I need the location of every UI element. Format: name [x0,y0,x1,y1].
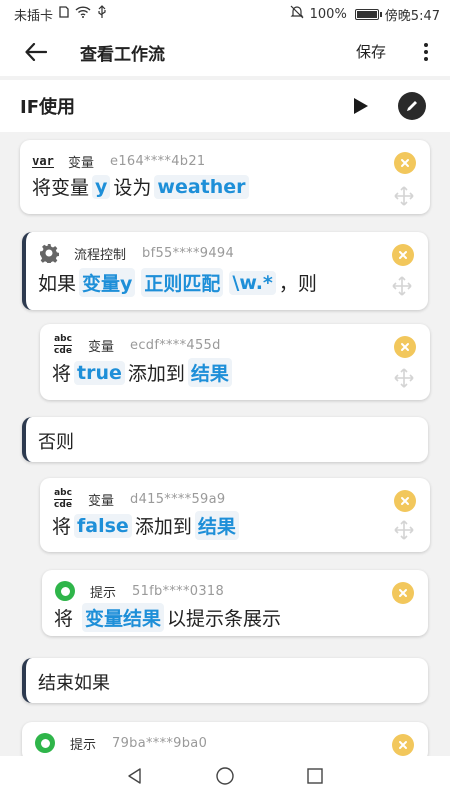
card-statement: 将变量 y 设为 weather [32,173,252,200]
page-title: 查看工作流 [80,44,165,65]
statement-text: 如果 [38,273,77,295]
status-time: 傍晚5:47 [384,8,440,24]
close-icon[interactable] [394,152,416,174]
statement-text: 将 [54,608,74,630]
card-category: 流程控制 [74,247,127,263]
sim-icon [59,6,69,22]
close-icon[interactable] [392,582,414,604]
card-id: 79ba****9ba0 [112,735,208,751]
action-card-set-variable[interactable]: var 变量 e164****4b21 将变量 y 设为 weather [20,140,430,214]
value-chip[interactable]: false [74,513,132,538]
variable-chip[interactable]: 结果 [194,511,239,540]
card-category: 提示 [90,585,117,601]
pencil-icon[interactable] [398,92,426,120]
mute-bell-icon [290,5,304,23]
text-abc-icon: abc cde [54,487,72,510]
drag-handle-icon[interactable] [392,366,416,390]
card-statement: 将 true 添加到 结果 [52,358,235,387]
action-card-append-false[interactable]: abc cde 变量 d415****59a9 将 false 添加到 结果 [40,478,430,552]
drag-handle-icon[interactable] [392,184,416,208]
value-chip[interactable]: weather [154,174,249,199]
card-statement: 将 false 添加到 结果 [52,511,242,540]
carrier-text: 未插卡 [14,8,54,24]
statement-text: ，则 [278,273,317,295]
close-icon[interactable] [392,244,414,266]
back-arrow-icon[interactable] [12,28,60,76]
card-id: 51fb****0318 [132,583,225,599]
drag-handle-icon[interactable] [392,518,416,542]
card-category: 提示 [70,737,97,753]
usb-icon [97,5,107,23]
close-icon[interactable] [392,734,414,756]
play-icon[interactable] [354,98,368,114]
gear-icon [38,242,60,264]
statement-text: 以提示条展示 [167,608,282,630]
card-statement: 将 变量结果 以提示条展示 [54,603,281,632]
statement-text: 添加到 [127,363,185,385]
more-vert-icon[interactable] [418,40,434,64]
card-statement: 如果 变量y 正则匹配 \w.* ，则 [38,268,317,297]
drag-handle-icon[interactable] [390,274,414,298]
wifi-icon [75,6,91,22]
card-id: e164****4b21 [110,153,206,169]
block-else[interactable]: 否则 [22,417,428,462]
condition-chip[interactable]: 正则匹配 [141,268,224,297]
action-card-if[interactable]: 流程控制 bf55****9494 如果 变量y 正则匹配 \w.* ，则 [22,232,428,310]
statement-text: 将 [52,516,72,538]
nav-home-icon[interactable] [215,766,235,790]
card-category: 变量 [88,493,115,509]
variable-icon: var [32,153,54,168]
battery-icon [354,8,382,20]
card-category: 变量 [68,155,95,171]
card-id: ecdf****455d [130,337,221,353]
nav-back-icon[interactable] [126,767,144,789]
action-card-toast[interactable]: 提示 51fb****0318 将 变量结果 以提示条展示 [42,570,428,636]
statement-text: 将变量 [32,177,90,199]
save-button[interactable]: 保存 [356,41,386,62]
lightbulb-icon [34,732,56,754]
close-icon[interactable] [394,490,416,512]
card-id: d415****59a9 [130,491,226,507]
statement-text: 将 [52,363,72,385]
battery-percent: 100% [309,6,347,22]
workflow-name: IF使用 [20,97,75,118]
lightbulb-icon [54,580,76,602]
close-icon[interactable] [394,336,416,358]
app-bar: 查看工作流 保存 [0,28,450,76]
variable-chip[interactable]: 变量y [79,268,136,297]
block-end-if[interactable]: 结束如果 [22,658,428,703]
variable-chip[interactable]: y [92,174,111,199]
action-card-append-true[interactable]: abc cde 变量 ecdf****455d 将 true 添加到 结果 [40,324,430,400]
pattern-chip[interactable]: \w.* [229,270,276,295]
statement-text: 设为 [113,177,152,199]
system-nav-bar [0,756,450,800]
nav-recents-icon[interactable] [306,767,324,789]
card-category: 变量 [88,339,115,355]
statement-text: 添加到 [134,516,192,538]
value-chip[interactable]: true [74,360,125,385]
status-bar: 未插卡 100% 傍晚5:47 [0,0,450,28]
battery-level-fill [356,10,377,18]
card-id: bf55****9494 [142,245,235,261]
block-label: 结束如果 [38,673,110,694]
block-label: 否则 [38,432,74,453]
variable-chip[interactable]: 变量结果 [82,603,165,632]
variable-chip[interactable]: 结果 [187,358,232,387]
text-abc-icon: abc cde [54,333,72,356]
workflow-header: IF使用 [0,80,450,132]
